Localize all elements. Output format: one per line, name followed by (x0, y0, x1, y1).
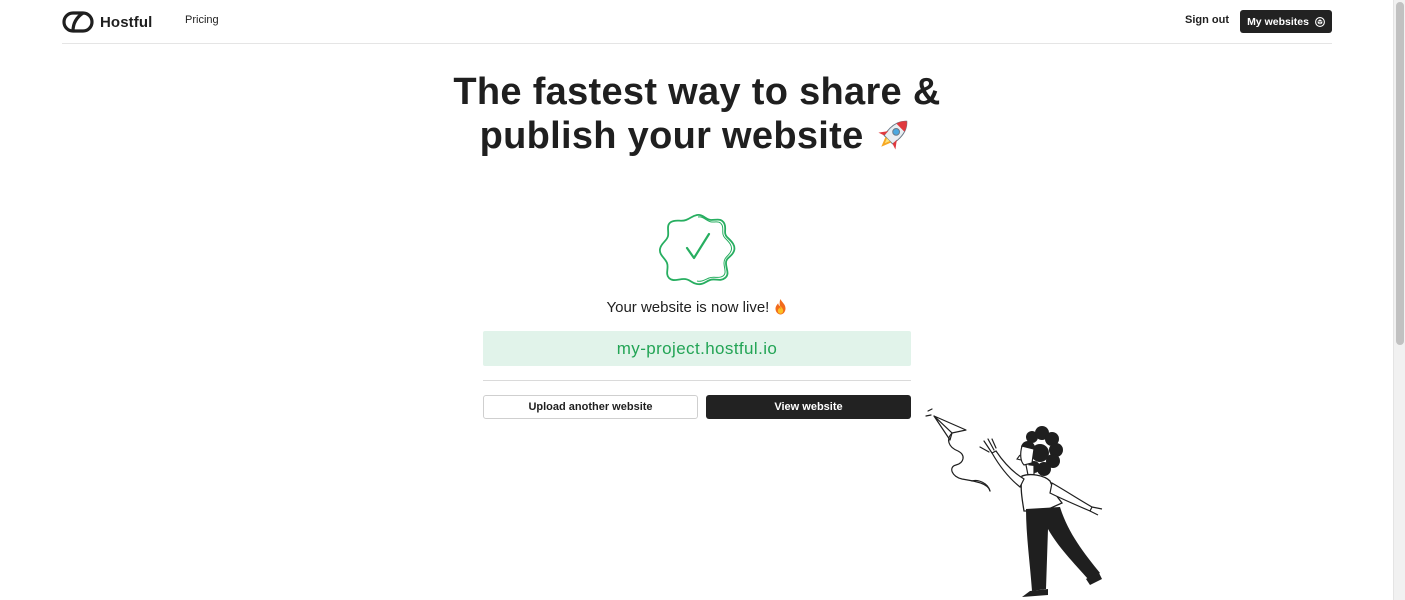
vertical-scrollbar[interactable] (1393, 0, 1405, 600)
hero-title-line1: The fastest way to share & (453, 71, 941, 113)
live-status-text: Your website is now live! (606, 299, 770, 316)
brand-name: Hostful (100, 13, 153, 31)
sign-out-link[interactable]: Sign out (1185, 14, 1229, 26)
brand-logo[interactable]: Hostful (62, 10, 152, 34)
cube-icon (1314, 16, 1325, 27)
section-divider (483, 380, 911, 381)
scrollbar-thumb[interactable] (1396, 2, 1404, 345)
paper-plane-illustration (925, 408, 1103, 597)
logo-icon (62, 11, 94, 33)
published-url[interactable]: my-project.hostful.io (483, 331, 911, 366)
top-header: Hostful Pricing Sign out My websites (62, 0, 1332, 44)
check-badge-icon (659, 214, 736, 286)
hero-title: The fastest way to share & publish your … (402, 70, 992, 158)
rocket-icon (878, 120, 908, 150)
upload-another-website-button[interactable]: Upload another website (483, 395, 698, 419)
view-website-button[interactable]: View website (706, 395, 911, 419)
hero-title-line2: publish your website (479, 115, 864, 157)
fire-icon (775, 299, 786, 315)
nav-pricing-link[interactable]: Pricing (185, 14, 219, 26)
live-status-message: Your website is now live! (482, 298, 911, 316)
my-websites-button[interactable]: My websites (1240, 10, 1332, 33)
page: Hostful Pricing Sign out My websites The… (0, 0, 1405, 600)
my-websites-label: My websites (1247, 15, 1309, 28)
